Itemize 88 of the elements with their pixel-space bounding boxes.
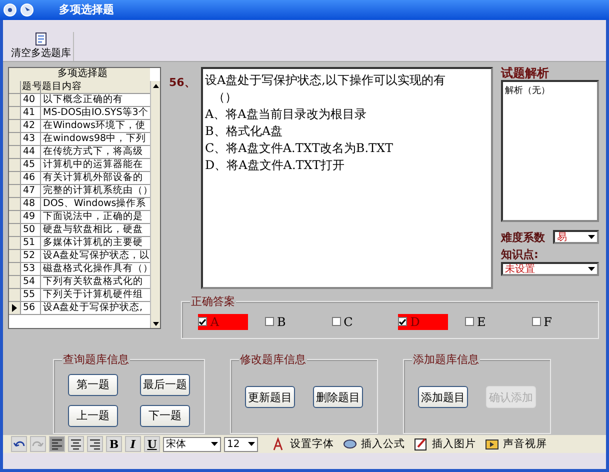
toolbar-button[interactable]: 声音视屏 — [482, 437, 550, 452]
align-center-icon — [69, 438, 83, 451]
dropdown-arrow-icon[interactable] — [588, 266, 595, 271]
film-icon — [485, 437, 499, 452]
group-title: 添加题库信息 — [412, 352, 480, 367]
checkbox[interactable] — [398, 317, 408, 326]
redo-icon — [31, 440, 45, 449]
corner-cell — [9, 80, 21, 94]
window-title: 多项选择题 — [59, 2, 114, 18]
check-icon — [199, 318, 206, 325]
document-icon — [35, 32, 47, 46]
answer-option-label: B — [276, 314, 286, 329]
analysis-field[interactable]: 解析（无） — [501, 80, 599, 222]
table-cell: 44 — [21, 146, 41, 159]
toolbar-button[interactable]: 插入公式 — [340, 437, 408, 452]
table-cell: 52 — [21, 250, 41, 263]
table-cell: 47 — [21, 184, 41, 198]
row-header[interactable] — [9, 302, 21, 315]
answer-option-label: F — [544, 314, 552, 329]
table-cell: 55 — [21, 288, 41, 302]
knowledge-label: 知识点: — [501, 246, 540, 262]
row-pointer-icon — [12, 304, 17, 312]
dropdown-arrow-icon[interactable] — [588, 235, 595, 240]
dropdown-arrow-icon[interactable] — [211, 442, 218, 446]
column-header[interactable]: 题目内容 — [41, 80, 150, 94]
action-button[interactable]: 下一题 — [140, 404, 190, 427]
align-center-button[interactable] — [68, 436, 84, 452]
analysis-title: 试题解析 — [501, 66, 550, 80]
checkbox[interactable] — [264, 317, 274, 326]
table-cell: 51 — [21, 236, 41, 250]
table-cell: 53 — [21, 262, 41, 276]
action-button[interactable]: 第一题 — [68, 374, 118, 396]
action-button[interactable]: 最后一题 — [140, 374, 190, 396]
table-cell: 46 — [21, 172, 41, 185]
group-title: 查询题库信息 — [62, 352, 130, 367]
toolbar-button[interactable]: 设置字体 — [269, 437, 337, 452]
column-header[interactable]: 题号 — [21, 80, 41, 94]
italic-button[interactable]: I — [125, 436, 141, 452]
difficulty-select[interactable]: 易 — [553, 230, 599, 244]
table-title: 多项选择题 — [9, 68, 150, 82]
undo-icon — [12, 440, 26, 449]
toolbar-button[interactable]: 清空多选题库 — [9, 32, 74, 61]
align-right-icon — [88, 438, 102, 451]
font-select[interactable]: 宋体 — [163, 436, 221, 452]
checkbox[interactable] — [198, 317, 208, 326]
size-select[interactable]: 12 — [224, 436, 258, 452]
checkbox[interactable] — [464, 317, 474, 326]
scroll-up-icon[interactable] — [152, 84, 158, 88]
table-cell: 45 — [21, 158, 41, 172]
checkbox[interactable] — [332, 317, 341, 326]
undo-button[interactable] — [11, 436, 27, 452]
knowledge-select[interactable]: 未设置 — [501, 262, 599, 276]
group-title: 正确答案 — [190, 294, 236, 309]
table-cell: 41 — [21, 106, 41, 120]
table-cell: 43 — [21, 132, 41, 146]
align-left-icon — [50, 438, 64, 451]
picture-icon — [414, 437, 428, 452]
scrollbar[interactable] — [150, 80, 160, 328]
table-cell: 42 — [21, 120, 41, 133]
action-button[interactable]: 上一题 — [68, 404, 118, 427]
underline-button[interactable]: U — [144, 436, 160, 452]
action-button[interactable]: 删除题目 — [313, 386, 363, 408]
dropdown-arrow-icon[interactable] — [248, 442, 255, 446]
table-cell: 49 — [21, 210, 41, 224]
answer-option-label: E — [476, 314, 486, 329]
group-title: 修改题库信息 — [239, 352, 307, 367]
action-button[interactable]: 添加题目 — [418, 386, 468, 408]
answer-option-label: A — [210, 314, 219, 329]
answer-option-label: D — [410, 314, 420, 329]
toolbar-button[interactable]: 插入图片 — [411, 437, 479, 452]
align-left-button[interactable] — [49, 436, 65, 452]
table-cell: 50 — [21, 224, 41, 237]
question-number: 56、 — [169, 74, 196, 91]
checkbox[interactable] — [532, 317, 541, 326]
table-cell: 54 — [21, 276, 41, 289]
question-text-field[interactable]: 设A盘处于写保护状态,以下操作可以实现的有 （） A、将A盘当前目录改为根目录 B、格式化A盘 C、将A盘文件A.TXT改名为B.TXT D、将A盘文件A.TXT打开 — [201, 66, 493, 289]
window-menu-icon[interactable] — [3, 2, 17, 17]
action-button: 确认添加 — [486, 386, 536, 408]
difficulty-label: 难度系数 — [501, 230, 545, 245]
bold-button[interactable]: B — [106, 436, 122, 452]
action-button[interactable]: 更新题目 — [245, 386, 295, 408]
table-cell: 40 — [21, 94, 41, 107]
answer-option-label: C — [344, 314, 353, 329]
table-cell: 56 — [21, 302, 41, 315]
scroll-down-icon[interactable] — [152, 322, 158, 326]
align-right-button[interactable] — [87, 436, 103, 452]
table-cell: 48 — [21, 198, 41, 211]
check-icon — [399, 318, 406, 325]
